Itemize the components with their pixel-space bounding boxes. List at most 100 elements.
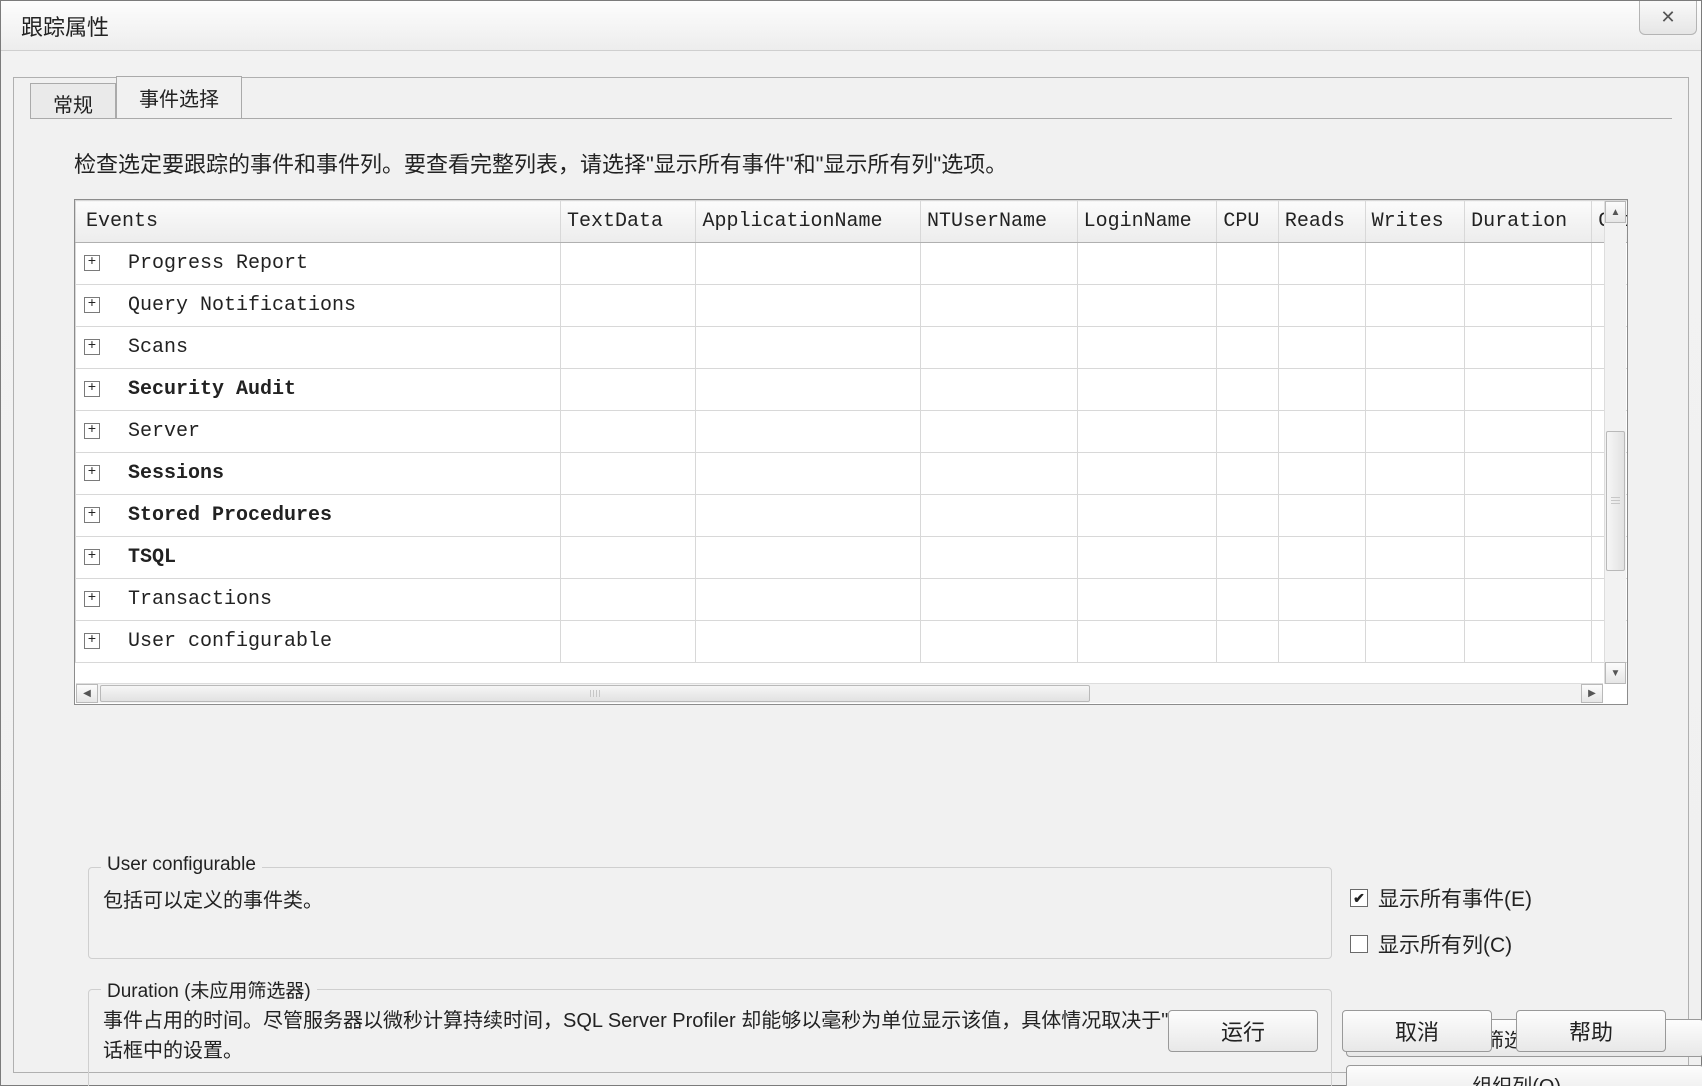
cancel-button[interactable]: 取消 <box>1342 1010 1492 1052</box>
grid-cell[interactable] <box>1077 243 1217 285</box>
col-header-textdata[interactable]: TextData <box>560 201 696 243</box>
grid-cell[interactable] <box>1278 579 1365 621</box>
col-header-ntuser[interactable]: NTUserName <box>920 201 1077 243</box>
grid-cell[interactable] <box>1465 243 1592 285</box>
organize-columns-button[interactable]: 组织列(O)... <box>1346 1065 1702 1086</box>
grid-cell[interactable] <box>1365 537 1465 579</box>
grid-cell[interactable] <box>696 285 920 327</box>
checkbox-show-all-events[interactable]: ✔ 显示所有事件(E) <box>1350 883 1532 913</box>
event-cell[interactable]: +Stored Procedures <box>76 495 561 537</box>
table-row[interactable]: +Progress Report <box>76 243 1628 285</box>
grid-cell[interactable] <box>920 243 1077 285</box>
grid-cell[interactable] <box>1217 495 1278 537</box>
grid-cell[interactable] <box>1217 579 1278 621</box>
grid-cell[interactable] <box>696 327 920 369</box>
grid-cell[interactable] <box>1077 285 1217 327</box>
event-cell[interactable]: +User configurable <box>76 621 561 663</box>
grid-cell[interactable] <box>1077 621 1217 663</box>
grid-cell[interactable] <box>1278 537 1365 579</box>
grid-cell[interactable] <box>920 411 1077 453</box>
grid-cell[interactable] <box>920 495 1077 537</box>
grid-cell[interactable] <box>920 327 1077 369</box>
grid-cell[interactable] <box>560 243 696 285</box>
grid-cell[interactable] <box>1217 369 1278 411</box>
grid-cell[interactable] <box>696 243 920 285</box>
grid-cell[interactable] <box>920 369 1077 411</box>
grid-cell[interactable] <box>1077 579 1217 621</box>
grid-cell[interactable] <box>1365 369 1465 411</box>
grid-cell[interactable] <box>1365 243 1465 285</box>
table-row[interactable]: +Query Notifications <box>76 285 1628 327</box>
grid-cell[interactable] <box>1465 621 1592 663</box>
grid-cell[interactable] <box>1077 369 1217 411</box>
grid-cell[interactable] <box>1365 285 1465 327</box>
grid-cell[interactable] <box>696 579 920 621</box>
table-row[interactable]: +Server <box>76 411 1628 453</box>
table-row[interactable]: +User configurable <box>76 621 1628 663</box>
expand-icon[interactable]: + <box>84 465 100 481</box>
table-row[interactable]: +Scans <box>76 327 1628 369</box>
col-header-reads[interactable]: Reads <box>1278 201 1365 243</box>
help-button[interactable]: 帮助 <box>1516 1010 1666 1052</box>
table-row[interactable]: +Stored Procedures <box>76 495 1628 537</box>
grid-cell[interactable] <box>1465 411 1592 453</box>
grid-cell[interactable] <box>560 411 696 453</box>
grid-horizontal-scrollbar[interactable]: ◀ ▶ <box>76 683 1603 703</box>
grid-cell[interactable] <box>920 537 1077 579</box>
grid-cell[interactable] <box>1278 243 1365 285</box>
grid-cell[interactable] <box>1278 285 1365 327</box>
event-cell[interactable]: +Server <box>76 411 561 453</box>
table-row[interactable]: +Transactions <box>76 579 1628 621</box>
grid-cell[interactable] <box>560 621 696 663</box>
grid-cell[interactable] <box>1077 537 1217 579</box>
event-cell[interactable]: +Transactions <box>76 579 561 621</box>
expand-icon[interactable]: + <box>84 423 100 439</box>
grid-cell[interactable] <box>560 537 696 579</box>
grid-cell[interactable] <box>560 327 696 369</box>
table-row[interactable]: +Security Audit <box>76 369 1628 411</box>
expand-icon[interactable]: + <box>84 549 100 565</box>
grid-cell[interactable] <box>696 369 920 411</box>
grid-cell[interactable] <box>560 579 696 621</box>
grid-cell[interactable] <box>560 285 696 327</box>
grid-cell[interactable] <box>560 495 696 537</box>
tab-general[interactable]: 常规 <box>30 83 116 119</box>
grid-cell[interactable] <box>560 369 696 411</box>
grid-cell[interactable] <box>1278 495 1365 537</box>
grid-cell[interactable] <box>696 453 920 495</box>
expand-icon[interactable]: + <box>84 591 100 607</box>
event-cell[interactable]: +TSQL <box>76 537 561 579</box>
grid-cell[interactable] <box>920 579 1077 621</box>
grid-cell[interactable] <box>1217 285 1278 327</box>
grid-cell[interactable] <box>1465 453 1592 495</box>
grid-cell[interactable] <box>696 411 920 453</box>
grid-cell[interactable] <box>1217 411 1278 453</box>
expand-icon[interactable]: + <box>84 339 100 355</box>
grid-cell[interactable] <box>696 621 920 663</box>
grid-cell[interactable] <box>1217 243 1278 285</box>
event-cell[interactable]: +Query Notifications <box>76 285 561 327</box>
tab-events-select[interactable]: 事件选择 <box>116 76 242 118</box>
col-header-appname[interactable]: ApplicationName <box>696 201 920 243</box>
grid-cell[interactable] <box>1365 327 1465 369</box>
table-row[interactable]: +Sessions <box>76 453 1628 495</box>
col-header-events[interactable]: Events <box>76 201 561 243</box>
grid-cell[interactable] <box>560 453 696 495</box>
col-header-duration[interactable]: Duration <box>1465 201 1592 243</box>
grid-cell[interactable] <box>1217 327 1278 369</box>
event-cell[interactable]: +Scans <box>76 327 561 369</box>
grid-cell[interactable] <box>1465 579 1592 621</box>
grid-cell[interactable] <box>1465 327 1592 369</box>
grid-cell[interactable] <box>1365 495 1465 537</box>
grid-cell[interactable] <box>920 621 1077 663</box>
grid-cell[interactable] <box>1365 621 1465 663</box>
scroll-down-arrow-icon[interactable]: ▼ <box>1605 662 1626 684</box>
grid-vertical-scrollbar[interactable]: ▲ ▼ <box>1604 201 1626 684</box>
expand-icon[interactable]: + <box>84 297 100 313</box>
event-cell[interactable]: +Progress Report <box>76 243 561 285</box>
grid-cell[interactable] <box>1077 327 1217 369</box>
table-row[interactable]: +TSQL <box>76 537 1628 579</box>
scroll-up-arrow-icon[interactable]: ▲ <box>1605 201 1626 223</box>
event-cell[interactable]: +Security Audit <box>76 369 561 411</box>
col-header-writes[interactable]: Writes <box>1365 201 1465 243</box>
